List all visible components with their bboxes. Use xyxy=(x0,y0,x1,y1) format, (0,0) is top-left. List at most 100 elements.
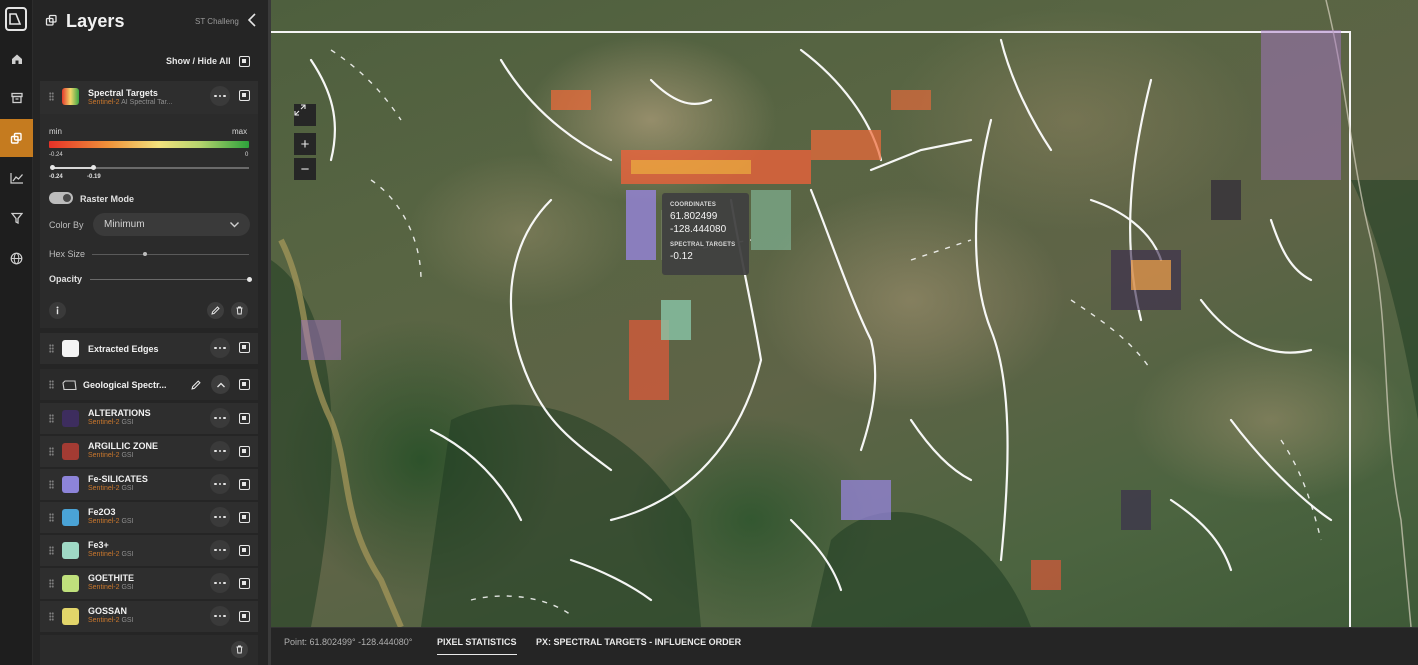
archive-icon[interactable] xyxy=(0,79,33,117)
globe-icon[interactable] xyxy=(0,239,33,277)
nav-rail xyxy=(0,0,33,665)
layer-name: GOSSAN xyxy=(88,606,128,616)
slider-low-value: -0.24 xyxy=(49,174,63,180)
visibility-checkbox[interactable] xyxy=(239,446,250,457)
hex-size-label: Hex Size xyxy=(49,249,86,259)
map-canvas[interactable]: + − COORDINATES 61.802499 -128.444080 SP… xyxy=(271,0,1418,627)
more-options-button[interactable] xyxy=(210,474,230,494)
range-slider-low-handle[interactable] xyxy=(50,165,55,170)
drag-handle-icon[interactable] xyxy=(49,546,54,555)
chevron-down-icon xyxy=(230,222,239,228)
panel-header: Layers ST Challeng xyxy=(33,0,268,44)
layer-source: Sentinel-2 GSI xyxy=(88,617,134,624)
trash-icon[interactable] xyxy=(231,302,248,319)
filter-icon[interactable] xyxy=(0,199,33,237)
list-item[interactable]: Fe2O3 Sentinel-2 GSI xyxy=(40,502,258,533)
range-high-value: 0 xyxy=(245,152,249,158)
drag-handle-icon[interactable] xyxy=(49,612,54,621)
folder-icon xyxy=(62,378,77,396)
expand-icon[interactable] xyxy=(294,104,316,126)
chart-icon[interactable] xyxy=(0,159,33,197)
app-root: Layers ST Challeng Show / Hide All Spect… xyxy=(0,0,1418,665)
edit-pencil-icon[interactable] xyxy=(207,302,224,319)
layers-icon[interactable] xyxy=(0,119,33,157)
pixel-tooltip: COORDINATES 61.802499 -128.444080 SPECTR… xyxy=(662,193,749,275)
layer-name: ARGILLIC ZONE xyxy=(88,441,158,451)
home-icon[interactable] xyxy=(0,40,33,78)
drag-handle-icon[interactable] xyxy=(49,447,54,456)
drag-handle-icon[interactable] xyxy=(49,513,54,522)
zoom-out-button[interactable]: − xyxy=(294,158,316,180)
layers-panel: Layers ST Challeng Show / Hide All Spect… xyxy=(33,0,271,665)
more-options-button[interactable] xyxy=(210,86,230,106)
more-options-button[interactable] xyxy=(210,606,230,626)
drag-handle-icon[interactable] xyxy=(49,414,54,423)
layer-swatch xyxy=(62,340,79,357)
layer-swatch xyxy=(62,575,79,592)
layer-card-extracted-edges[interactable]: Extracted Edges xyxy=(40,333,258,364)
more-options-button[interactable] xyxy=(210,441,230,461)
edit-pencil-icon[interactable] xyxy=(187,376,204,393)
more-options-button[interactable] xyxy=(210,338,230,358)
raster-mode-toggle[interactable] xyxy=(49,192,73,204)
group-footer xyxy=(40,635,258,665)
opacity-slider[interactable] xyxy=(90,279,250,280)
visibility-checkbox[interactable] xyxy=(239,512,250,523)
show-hide-all-label[interactable]: Show / Hide All xyxy=(166,56,231,66)
drag-handle-icon[interactable] xyxy=(49,480,54,489)
zoom-in-button[interactable]: + xyxy=(294,133,316,155)
opacity-label: Opacity xyxy=(49,274,83,284)
more-options-button[interactable] xyxy=(210,573,230,593)
range-slider-high-handle[interactable] xyxy=(91,165,96,170)
layer-name: Fe2O3 xyxy=(88,507,116,517)
visibility-checkbox[interactable] xyxy=(239,578,250,589)
tab-influence-order[interactable]: PX: SPECTRAL TARGETS - INFLUENCE ORDER xyxy=(536,637,741,647)
visibility-checkbox[interactable] xyxy=(239,413,250,424)
layer-group-geological[interactable]: Geological Spectr... xyxy=(40,369,258,400)
list-item[interactable]: Fe3+ Sentinel-2 GSI xyxy=(40,535,258,566)
trash-icon[interactable] xyxy=(231,641,248,658)
drag-handle-icon[interactable] xyxy=(49,92,54,101)
more-options-button[interactable] xyxy=(210,507,230,527)
show-hide-all-checkbox[interactable] xyxy=(239,56,250,67)
group-visibility-checkbox[interactable] xyxy=(239,379,250,390)
logo-icon[interactable] xyxy=(2,4,30,34)
tab-pixel-statistics[interactable]: PIXEL STATISTICS xyxy=(437,637,517,655)
list-item[interactable]: GOSSAN Sentinel-2 GSI xyxy=(40,601,258,632)
more-options-button[interactable] xyxy=(210,408,230,428)
layer-name: Fe3+ xyxy=(88,540,109,550)
layer-name: Extracted Edges xyxy=(88,344,159,354)
chevron-up-icon[interactable] xyxy=(211,375,230,394)
opacity-handle[interactable] xyxy=(247,277,252,282)
color-by-select[interactable]: Minimum xyxy=(93,213,250,236)
layer-swatch xyxy=(62,443,79,460)
drag-handle-icon[interactable] xyxy=(49,579,54,588)
visibility-checkbox[interactable] xyxy=(239,545,250,556)
layer-swatch xyxy=(62,476,79,493)
visibility-checkbox[interactable] xyxy=(239,90,250,101)
list-item[interactable]: ARGILLIC ZONE Sentinel-2 GSI xyxy=(40,436,258,467)
project-name: ST Challeng xyxy=(195,17,239,26)
info-icon[interactable] xyxy=(49,302,66,319)
drag-handle-icon[interactable] xyxy=(49,380,54,389)
collapse-panel-chevron-icon[interactable] xyxy=(247,12,261,30)
hex-size-handle[interactable] xyxy=(143,252,147,256)
raster-mode-label: Raster Mode xyxy=(80,194,135,204)
hex-size-slider[interactable] xyxy=(92,254,249,255)
list-item[interactable]: GOETHITE Sentinel-2 GSI xyxy=(40,568,258,599)
color-by-label: Color By xyxy=(49,220,84,230)
more-options-button[interactable] xyxy=(210,540,230,560)
layer-source: Sentinel-2 GSI xyxy=(88,485,134,492)
layer-source: Sentinel-2 GSI xyxy=(88,452,134,459)
drag-handle-icon[interactable] xyxy=(49,344,54,353)
layer-source: Sentinel-2 GSI xyxy=(88,584,134,591)
range-low-value: -0.24 xyxy=(49,152,63,158)
list-item[interactable]: ALTERATIONS Sentinel-2 GSI xyxy=(40,403,258,434)
visibility-checkbox[interactable] xyxy=(239,479,250,490)
list-item[interactable]: Fe-SILICATES Sentinel-2 GSI xyxy=(40,469,258,500)
visibility-checkbox[interactable] xyxy=(239,342,250,353)
layer-swatch xyxy=(62,608,79,625)
layer-card-spectral-targets[interactable]: Spectral Targets Sentinel-2 AI Spectral … xyxy=(40,81,258,114)
visibility-checkbox[interactable] xyxy=(239,611,250,622)
bottom-bar: Point: 61.802499° -128.444080° PIXEL STA… xyxy=(271,627,1418,665)
